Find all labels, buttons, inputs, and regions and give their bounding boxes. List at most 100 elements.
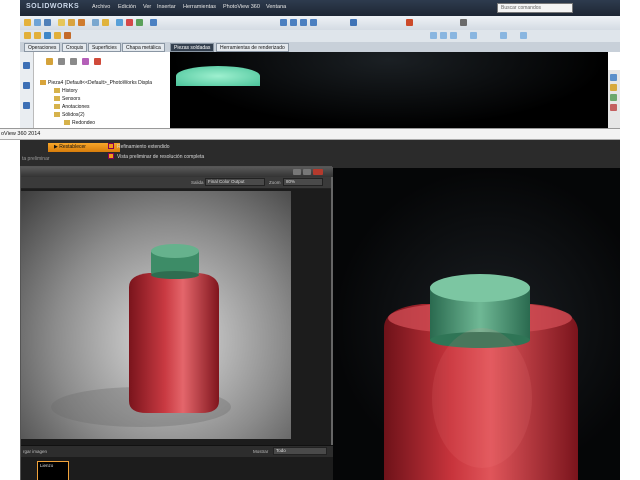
file-explorer-icon[interactable] [610, 94, 617, 101]
appearance-icon[interactable] [136, 19, 143, 26]
menu-edicion[interactable]: Edición [118, 4, 136, 10]
show-select[interactable]: Todo [273, 447, 327, 455]
menu-ventana[interactable]: Ventana [266, 4, 286, 10]
menu-ver[interactable]: Ver [143, 4, 151, 10]
feature-icon-3[interactable] [44, 32, 51, 39]
display-style-icon[interactable] [290, 19, 297, 26]
model-cap-preview [176, 66, 260, 86]
tree-item-redondeo[interactable]: Redondeo [64, 120, 95, 126]
options-icon[interactable] [150, 19, 157, 26]
full-res-preview-checkbox[interactable] [108, 153, 114, 159]
tab-croquis[interactable]: Croquis [62, 43, 88, 52]
view-tool-icon-4[interactable] [470, 32, 477, 39]
tree-item-solidos[interactable]: Sólidos(2) [54, 112, 85, 118]
appearances-icon[interactable] [610, 104, 617, 111]
view-tool-icon-5[interactable] [500, 32, 507, 39]
output-select[interactable]: Final Color Output [205, 178, 265, 186]
render-window-footer: rgar imagen Mostrar Todo [21, 445, 333, 457]
command-tabs: Operaciones Croquis Superficies Chapa me… [20, 42, 620, 52]
bottle-render-small [51, 244, 231, 427]
bottle-render-large [384, 274, 578, 480]
sketch-icon[interactable] [58, 19, 65, 26]
large-render-view[interactable] [332, 168, 620, 480]
app-logo: SOLIDWORKS [26, 3, 80, 10]
zoom-label: Zoom [269, 180, 281, 185]
fillet-icon[interactable] [102, 19, 109, 26]
zoom-select[interactable]: 80% [283, 178, 323, 186]
save-image-label[interactable]: rgar imagen [23, 449, 47, 454]
menu-insertar[interactable]: Insertar [157, 4, 176, 10]
close-icon[interactable] [313, 169, 323, 175]
rebuild-icon[interactable] [406, 19, 413, 26]
maximize-icon[interactable] [303, 169, 311, 175]
minimize-icon[interactable] [293, 169, 301, 175]
config-manager-icon[interactable] [70, 58, 77, 65]
save-icon[interactable] [44, 19, 51, 26]
extrude-icon[interactable] [68, 19, 75, 26]
photoview-title: oView 360 2014 [1, 131, 41, 137]
render-window: Salida Final Color Output Zoom 80% rgar … [20, 166, 333, 480]
search-input[interactable]: Buscar comandos [497, 3, 573, 13]
menu-photoview[interactable]: PhotoView 360 [223, 4, 260, 10]
resources-icon[interactable] [610, 74, 617, 81]
text-tool-icon[interactable] [23, 102, 30, 109]
tab-operaciones[interactable]: Operaciones [24, 43, 61, 52]
sketch-tool-icon[interactable] [23, 82, 30, 89]
output-label: Salida [191, 180, 204, 185]
feature-manager-icon[interactable] [46, 58, 53, 65]
render-canvas[interactable] [21, 191, 291, 439]
property-manager-icon[interactable] [58, 58, 65, 65]
feature-icon-1[interactable] [24, 32, 31, 39]
feature-icon-5[interactable] [64, 32, 71, 39]
tab-herramientas-renderizado[interactable]: Herramientas de renderizado [216, 43, 289, 52]
revolve-icon[interactable] [78, 19, 85, 26]
filter-icon[interactable] [23, 62, 30, 69]
mirror-icon[interactable] [92, 19, 99, 26]
thumbnail-label: Lienzo [40, 463, 54, 468]
tree-root[interactable]: Pieza4 (Default<<Default>_PhotoWorks Dis… [40, 80, 152, 86]
new-icon[interactable] [24, 19, 31, 26]
settings-icon[interactable] [460, 19, 467, 26]
appearance-manager-icon[interactable] [94, 58, 101, 65]
tab-piezas-soldadas[interactable]: Piezas soldadas [170, 43, 215, 52]
full-res-preview-label: Vista preliminar de resolución completa [117, 154, 205, 160]
render-window-scrollbar[interactable] [331, 177, 333, 447]
view-icon[interactable] [116, 19, 123, 26]
tab-superficies[interactable]: Superficies [88, 43, 121, 52]
preview-label: ta preliminar [22, 156, 50, 162]
image-thumbnails: Lienzo [21, 457, 333, 480]
refinement-checkbox[interactable] [108, 143, 114, 149]
view-tool-icon-3[interactable] [450, 32, 457, 39]
graphics-viewport[interactable] [170, 52, 608, 128]
design-library-icon[interactable] [610, 84, 617, 91]
open-icon[interactable] [34, 19, 41, 26]
tab-chapa-metalica[interactable]: Chapa metálica [122, 43, 165, 52]
part-icon [40, 80, 46, 86]
view-orientation-icon[interactable] [280, 19, 287, 26]
tree-item-anotaciones[interactable]: Anotaciones [54, 104, 90, 110]
save-doc-icon[interactable] [350, 19, 357, 26]
photoview-titlebar: oView 360 2014 [0, 128, 620, 140]
feature-icon-4[interactable] [54, 32, 61, 39]
feature-icon-2[interactable] [34, 32, 41, 39]
section-view-icon[interactable] [300, 19, 307, 26]
render-icon[interactable] [126, 19, 133, 26]
menu-archivo[interactable]: Archivo [92, 4, 110, 10]
view-tool-icon-1[interactable] [430, 32, 437, 39]
view-tool-icon-2[interactable] [440, 32, 447, 39]
display-manager-icon[interactable] [82, 58, 89, 65]
tree-item-history[interactable]: History [54, 88, 78, 94]
folder-icon [54, 104, 60, 110]
show-label: Mostrar [253, 449, 269, 454]
folder-icon [64, 120, 70, 126]
tree-item-sensors[interactable]: Sensors [54, 96, 80, 102]
render-window-header: Salida Final Color Output Zoom 80% [21, 177, 333, 189]
menu-herramientas[interactable]: Herramientas [183, 4, 216, 10]
main-toolbar [20, 16, 620, 30]
zoom-icon[interactable] [310, 19, 317, 26]
view-tool-icon-6[interactable] [520, 32, 527, 39]
thumbnail-lienzo[interactable]: Lienzo [37, 461, 69, 480]
folder-icon [54, 88, 60, 94]
folder-icon [54, 96, 60, 102]
tree-side-tools [20, 52, 34, 128]
